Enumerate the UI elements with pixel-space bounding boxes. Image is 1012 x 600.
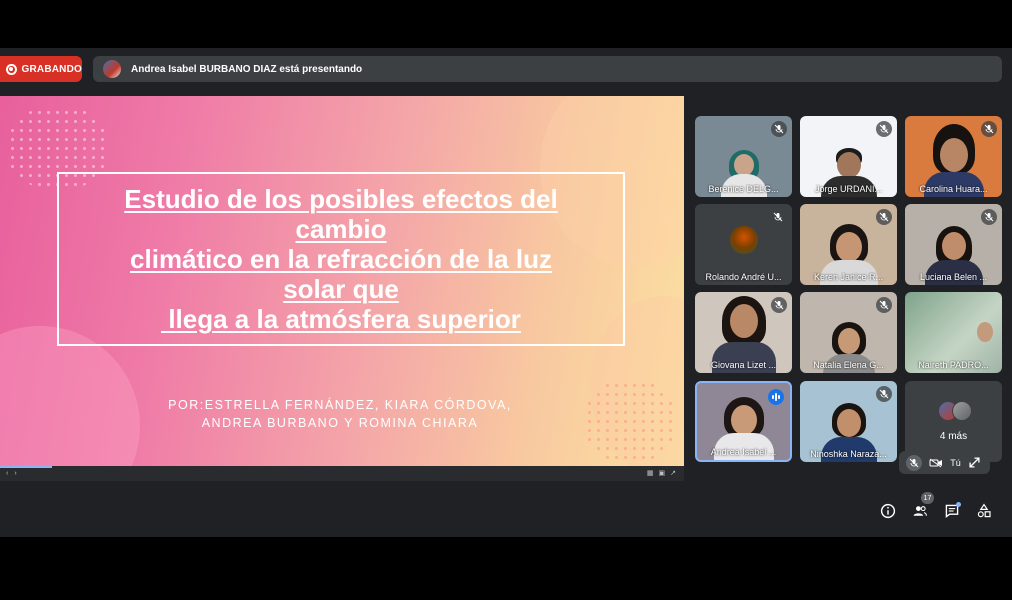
speaking-indicator-icon [768,389,784,405]
mic-off-icon[interactable] [906,454,923,471]
recording-indicator: GRABANDO [0,56,82,82]
slide-authors: POR:ESTRELLA FERNÁNDEZ, KIARA CÓRDOVA, A… [120,396,560,432]
fit-icon[interactable]: ▦ [647,469,654,477]
presenting-text: Andrea Isabel BURBANO DIAZ está presenta… [131,63,363,75]
person-face [733,154,754,176]
mic-off-icon [876,386,892,402]
participant-tile[interactable]: Luciana Belen ... [905,204,1002,285]
person-face [837,328,860,354]
slide-title-line: Estudio de los posibles efectos del [124,184,558,214]
participant-name: Luciana Belen ... [919,272,988,282]
presenter-avatar [103,60,121,78]
camera-off-icon[interactable] [928,455,944,471]
mic-off-icon [770,209,786,225]
recording-label: GRABANDO [21,63,82,75]
participant-avatar [730,226,758,254]
person-face [729,304,758,338]
slide-navigation[interactable]: ‹ › [6,470,17,477]
slide-title-line: llega a la atmósfera superior [161,304,521,334]
copy-icon[interactable]: ▣ [659,469,666,477]
expand-icon[interactable] [967,455,983,471]
slide-title-line: solar que [283,274,399,304]
participant-name: Jorge URDANI... [814,184,883,194]
person-face [941,232,966,260]
participant-name: Andrea Isabel ... [710,447,777,457]
participant-name: Rolando André U... [705,272,782,282]
letterbox-top [0,0,1012,48]
presenting-banner: Andrea Isabel BURBANO DIAZ está presenta… [93,56,1002,82]
mic-off-icon [771,297,787,313]
mic-off-icon [981,209,997,225]
person-face [836,409,861,437]
expand-icon[interactable]: ↗ [670,469,676,477]
mic-off-icon [876,121,892,137]
participant-name: Giovana Lizet ... [710,360,777,370]
participant-tile[interactable]: Natalia Elena G... [800,292,897,373]
slide-author-line: POR:ESTRELLA FERNÁNDEZ, KIARA CÓRDOVA, [168,398,512,412]
participant-tile[interactable]: Giovana Lizet ... [695,292,792,373]
chat-notification-dot [956,502,961,507]
shared-slide: Estudio de los posibles efectos del camb… [0,96,684,481]
slide-progress-bar [0,466,52,468]
people-count-badge: 17 [921,492,934,504]
slide-title-box: Estudio de los posibles efectos del camb… [57,172,625,346]
participant-tile[interactable]: Ninoshka Naraza... [800,381,897,462]
more-participants-label: 4 más [939,431,968,442]
info-icon[interactable] [878,501,898,521]
self-view-label: Tú [950,457,961,468]
participant-name: Carolina Huara... [919,184,988,194]
slide-footer: ‹ › ▦ ▣ ↗ [0,466,684,481]
self-view-controls: Tú [899,451,990,474]
participant-name: Keren Janice R... [813,272,884,282]
person-face [976,322,993,342]
participant-avatar [952,401,972,421]
more-participants-tile[interactable]: 4 más [905,381,1002,462]
slide-author-line: ANDREA BURBANO Y ROMINA CHIARA [201,416,479,430]
activities-icon[interactable] [974,501,994,521]
letterbox-bottom [0,537,1012,600]
participant-tile[interactable]: Naireth PADRO... [905,292,1002,373]
chevron-right-icon[interactable]: › [14,470,16,477]
person-face [836,152,861,178]
slide-title-line: climático en la refracción de la luz [130,244,552,274]
decor-blob [0,326,140,481]
participant-tile-active[interactable]: Andrea Isabel ... [695,381,792,462]
chevron-left-icon[interactable]: ‹ [6,470,8,477]
people-icon[interactable] [910,501,930,521]
more-participants-avatars [938,401,972,421]
person-face [730,405,757,435]
person-face [939,138,968,172]
mic-off-icon [876,297,892,313]
participant-tile[interactable]: Berenice DELG... [695,116,792,197]
mic-off-icon [981,121,997,137]
participant-name: Natalia Elena G... [813,360,884,370]
participant-name: Ninoshka Naraza... [810,449,887,459]
mic-off-icon [876,209,892,225]
participant-name: Berenice DELG... [708,184,779,194]
slide-tools[interactable]: ▦ ▣ ↗ [647,469,676,477]
decor-dots [585,381,675,461]
slide-title-line: cambio [295,214,387,244]
mic-off-icon [771,121,787,137]
participant-tile[interactable]: Rolando André U... [695,204,792,285]
participant-tile[interactable]: Jorge URDANI... [800,116,897,197]
participant-name: Naireth PADRO... [918,360,989,370]
slide-title: Estudio de los posibles efectos del camb… [71,184,611,334]
participant-tile[interactable]: Carolina Huara... [905,116,1002,197]
record-icon [6,63,17,75]
person-face [835,232,862,262]
participant-tile[interactable]: Keren Janice R... [800,204,897,285]
